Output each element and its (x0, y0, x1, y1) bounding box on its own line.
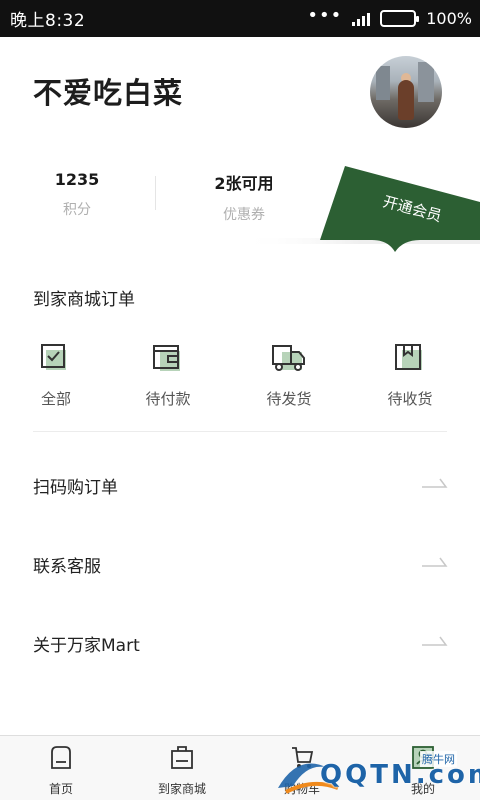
wallet-icon (153, 345, 180, 371)
order-all[interactable]: 全部 (16, 338, 96, 409)
profile-name: 不爱吃白菜 (33, 76, 184, 110)
tab-home-label: 首页 (48, 782, 73, 796)
status-bar: 晚上8:32 ••• 100% (0, 0, 480, 37)
truck-icon (272, 345, 305, 371)
points-value: 1235 (54, 170, 100, 189)
menu-scan-orders-label: 扫码购订单 (33, 478, 118, 498)
vip-button[interactable]: 开通会员 (320, 166, 480, 252)
arrow-right-icon (422, 478, 448, 488)
order-all-label: 全部 (40, 390, 71, 408)
menu-contact-support-label: 联系客服 (33, 557, 101, 577)
arrow-right-icon (422, 557, 448, 567)
status-icons: ••• 100% (307, 4, 472, 28)
status-time: 晚上8:32 (10, 11, 86, 31)
order-pending-shipment-label: 待发货 (266, 390, 312, 408)
order-pending-receipt-label: 待收货 (387, 390, 433, 408)
box-icon (395, 344, 422, 370)
divider (33, 431, 447, 432)
watermark-small-text: 腾牛网 (420, 751, 457, 767)
battery-percent: 100% (426, 9, 472, 28)
points-label: 积分 (63, 202, 91, 218)
menu-contact-support[interactable]: 联系客服 (0, 534, 480, 594)
avatar[interactable] (370, 56, 442, 128)
menu-about-label: 关于万家Mart (33, 636, 140, 656)
order-pending-payment[interactable]: 待付款 (128, 338, 208, 409)
tab-home[interactable]: 首页 (16, 744, 106, 797)
menu-scan-orders[interactable]: 扫码购订单 (0, 455, 480, 515)
shopping-bag-icon (171, 746, 193, 769)
orders-title: 到家商城订单 (33, 290, 135, 310)
battery-icon (380, 10, 420, 27)
order-pending-receipt[interactable]: 待收货 (370, 338, 450, 409)
vip-banner: 开通会员 (240, 166, 480, 252)
arrow-right-icon (422, 636, 448, 646)
stat-divider (155, 176, 156, 210)
points-stat[interactable]: 1235 积分 (22, 170, 132, 219)
order-pending-payment-label: 待付款 (145, 390, 191, 408)
tab-mall-label: 到家商城 (157, 782, 206, 796)
signal-icon (352, 12, 371, 26)
tab-mall[interactable]: 到家商城 (137, 744, 227, 797)
menu-about[interactable]: 关于万家Mart (0, 613, 480, 673)
home-icon (51, 746, 71, 769)
order-pending-shipment[interactable]: 待发货 (249, 338, 329, 409)
all-orders-icon (41, 344, 66, 370)
notification-dots-icon: ••• (307, 4, 343, 26)
